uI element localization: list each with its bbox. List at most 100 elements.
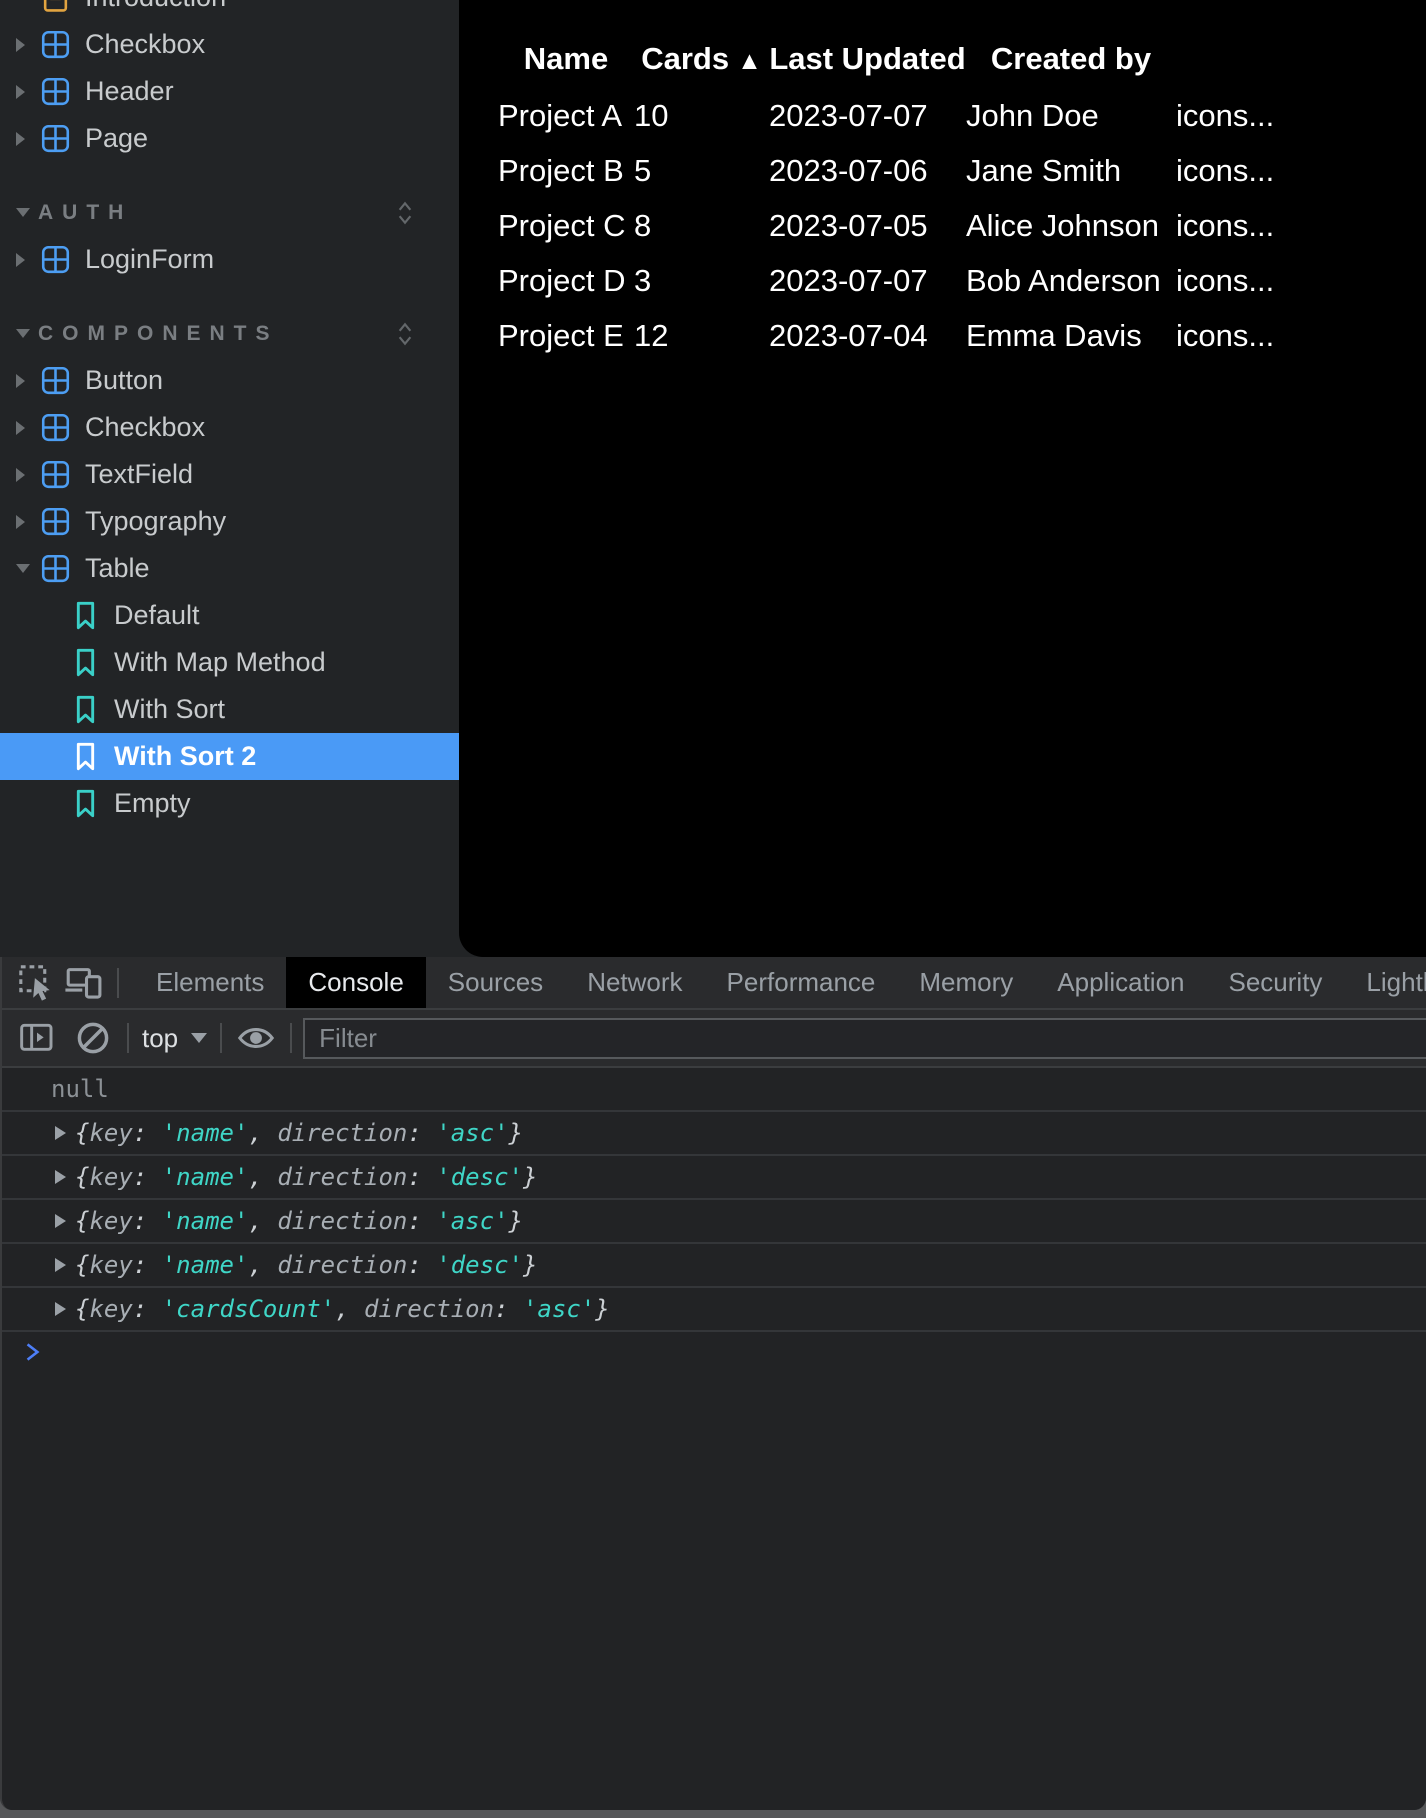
tab-sources[interactable]: Sources bbox=[426, 957, 565, 1008]
storybook-main: IntroductionCheckboxHeaderPageAUTHLoginF… bbox=[0, 0, 1426, 957]
object-preview-str: 'asc' bbox=[436, 1207, 508, 1235]
cell-actions[interactable]: icons... bbox=[1176, 88, 1426, 143]
object-preview-punct: , bbox=[248, 1119, 277, 1147]
sidebar-story-default[interactable]: Default bbox=[0, 592, 459, 639]
sidebar-section-components[interactable]: COMPONENTS bbox=[0, 310, 459, 357]
story-bookmark-icon bbox=[74, 648, 97, 677]
expander-caret-icon[interactable] bbox=[16, 85, 40, 99]
sidebar-item-label: Button bbox=[85, 365, 163, 396]
tab-security[interactable]: Security bbox=[1207, 957, 1345, 1008]
sidebar-item-checkbox[interactable]: Checkbox bbox=[0, 404, 459, 451]
table-body: Project A102023-07-07John Doeicons... Pro… bbox=[498, 88, 1426, 363]
column-header-name[interactable]: Name bbox=[498, 30, 634, 88]
cell-last-updated: 2023-07-07 bbox=[769, 253, 966, 308]
console-message-primitive: null bbox=[2, 1068, 1426, 1112]
tab-network[interactable]: Network bbox=[565, 957, 704, 1008]
object-preview-punct: } bbox=[509, 1119, 523, 1147]
console-message-object: {key: 'cardsCount', direction: 'asc'} bbox=[2, 1288, 1426, 1332]
console-filter-input[interactable] bbox=[303, 1018, 1426, 1059]
object-preview-punct: , bbox=[248, 1207, 277, 1235]
sidebar-item-header[interactable]: Header bbox=[0, 68, 459, 115]
cell-cards: 3 bbox=[634, 253, 769, 308]
column-header-last-updated[interactable]: Last Updated bbox=[769, 30, 966, 88]
caret-right-icon bbox=[16, 132, 25, 146]
object-preview-punct: : bbox=[133, 1119, 162, 1147]
component-grid-icon bbox=[40, 123, 71, 154]
context-selector[interactable]: top bbox=[142, 1023, 207, 1054]
object-preview-punct: { bbox=[75, 1207, 89, 1235]
sidebar-item-page[interactable]: Page bbox=[0, 115, 459, 162]
sidebar-story-with-sort[interactable]: With Sort bbox=[0, 686, 459, 733]
object-preview-punct: { bbox=[75, 1119, 89, 1147]
column-header-cards[interactable]: Cards▲ bbox=[634, 30, 769, 88]
story-bookmark-icon bbox=[74, 695, 97, 724]
tab-elements[interactable]: Elements bbox=[134, 957, 286, 1008]
sidebar-item-textfield[interactable]: TextField bbox=[0, 451, 459, 498]
caret-right-icon bbox=[16, 421, 25, 435]
console-toolbar: top bbox=[2, 1010, 1426, 1068]
table-row: Project A102023-07-07John Doeicons... bbox=[498, 88, 1426, 143]
expander-caret-icon[interactable] bbox=[16, 38, 40, 52]
expander-caret-icon[interactable] bbox=[16, 468, 40, 482]
cell-actions[interactable]: icons... bbox=[1176, 143, 1426, 198]
expand-triangle-icon[interactable] bbox=[55, 1170, 66, 1184]
sidebar-item-typography[interactable]: Typography bbox=[0, 498, 459, 545]
component-grid-icon bbox=[40, 553, 71, 584]
preview-table: NameCards▲Last UpdatedCreated by Project… bbox=[498, 30, 1426, 363]
device-toolbar-icon[interactable] bbox=[60, 961, 106, 1005]
sidebar-item-loginform[interactable]: LoginForm bbox=[0, 236, 459, 283]
table-header-row: NameCards▲Last UpdatedCreated by bbox=[498, 30, 1426, 88]
sidebar-item-button[interactable]: Button bbox=[0, 357, 459, 404]
expand-triangle-icon[interactable] bbox=[55, 1126, 66, 1140]
expand-collapse-all-icon[interactable] bbox=[395, 319, 415, 354]
tab-application[interactable]: Application bbox=[1035, 957, 1206, 1008]
tab-console[interactable]: Console bbox=[286, 957, 425, 1008]
cell-actions[interactable]: icons... bbox=[1176, 198, 1426, 253]
table-row: Project C82023-07-05Alice Johnsonicons..… bbox=[498, 198, 1426, 253]
prompt-chevron-icon bbox=[24, 1340, 42, 1370]
expand-triangle-icon[interactable] bbox=[55, 1258, 66, 1272]
clear-console-icon[interactable] bbox=[70, 1016, 116, 1060]
caret-right-icon bbox=[16, 515, 25, 529]
component-grid-icon bbox=[40, 412, 71, 443]
expander-caret-icon[interactable] bbox=[16, 253, 40, 267]
object-preview-punct: : bbox=[133, 1251, 162, 1279]
sidebar-item-introduction[interactable]: Introduction bbox=[0, 0, 459, 21]
tab-memory[interactable]: Memory bbox=[897, 957, 1035, 1008]
component-grid-icon bbox=[40, 459, 71, 490]
expand-collapse-all-icon[interactable] bbox=[395, 198, 415, 233]
expander-caret-icon[interactable] bbox=[16, 374, 40, 388]
tab-performance[interactable]: Performance bbox=[705, 957, 898, 1008]
sidebar-story-label: With Map Method bbox=[114, 647, 326, 678]
column-header-created-by[interactable]: Created by bbox=[966, 30, 1176, 88]
sidebar-section-auth[interactable]: AUTH bbox=[0, 189, 459, 236]
cell-actions[interactable]: icons... bbox=[1176, 253, 1426, 308]
object-preview-punct: } bbox=[523, 1163, 537, 1191]
sidebar-story-with-map-method[interactable]: With Map Method bbox=[0, 639, 459, 686]
inspect-element-icon[interactable] bbox=[14, 961, 60, 1005]
object-preview-punct: : bbox=[494, 1295, 523, 1323]
story-bookmark-icon bbox=[74, 742, 97, 771]
expand-triangle-icon[interactable] bbox=[55, 1214, 66, 1228]
live-expression-eye-icon[interactable] bbox=[233, 1016, 279, 1060]
sidebar-item-table[interactable]: Table bbox=[0, 545, 459, 592]
tab-lighthouse[interactable]: Lighthouse bbox=[1344, 957, 1426, 1008]
expander-caret-icon[interactable] bbox=[16, 421, 40, 435]
object-preview-prop: key bbox=[89, 1207, 132, 1235]
expand-triangle-icon[interactable] bbox=[55, 1302, 66, 1316]
sidebar-story-with-sort-2[interactable]: With Sort 2 bbox=[0, 733, 459, 780]
expander-caret-icon[interactable] bbox=[16, 132, 40, 146]
column-header-label: Cards bbox=[641, 41, 729, 76]
console-sidebar-icon[interactable] bbox=[14, 1016, 60, 1060]
expander-caret-icon[interactable] bbox=[16, 515, 40, 529]
sidebar-story-empty[interactable]: Empty bbox=[0, 780, 459, 827]
console-prompt[interactable] bbox=[2, 1332, 1426, 1378]
cell-actions[interactable]: icons... bbox=[1176, 308, 1426, 363]
object-preview-str: 'name' bbox=[162, 1207, 249, 1235]
sidebar-item-checkbox[interactable]: Checkbox bbox=[0, 21, 459, 68]
cell-cards: 5 bbox=[634, 143, 769, 198]
cell-cards: 8 bbox=[634, 198, 769, 253]
object-preview-punct: } bbox=[509, 1207, 523, 1235]
expander-caret-icon[interactable] bbox=[16, 564, 40, 573]
object-preview-prop: key bbox=[89, 1119, 132, 1147]
